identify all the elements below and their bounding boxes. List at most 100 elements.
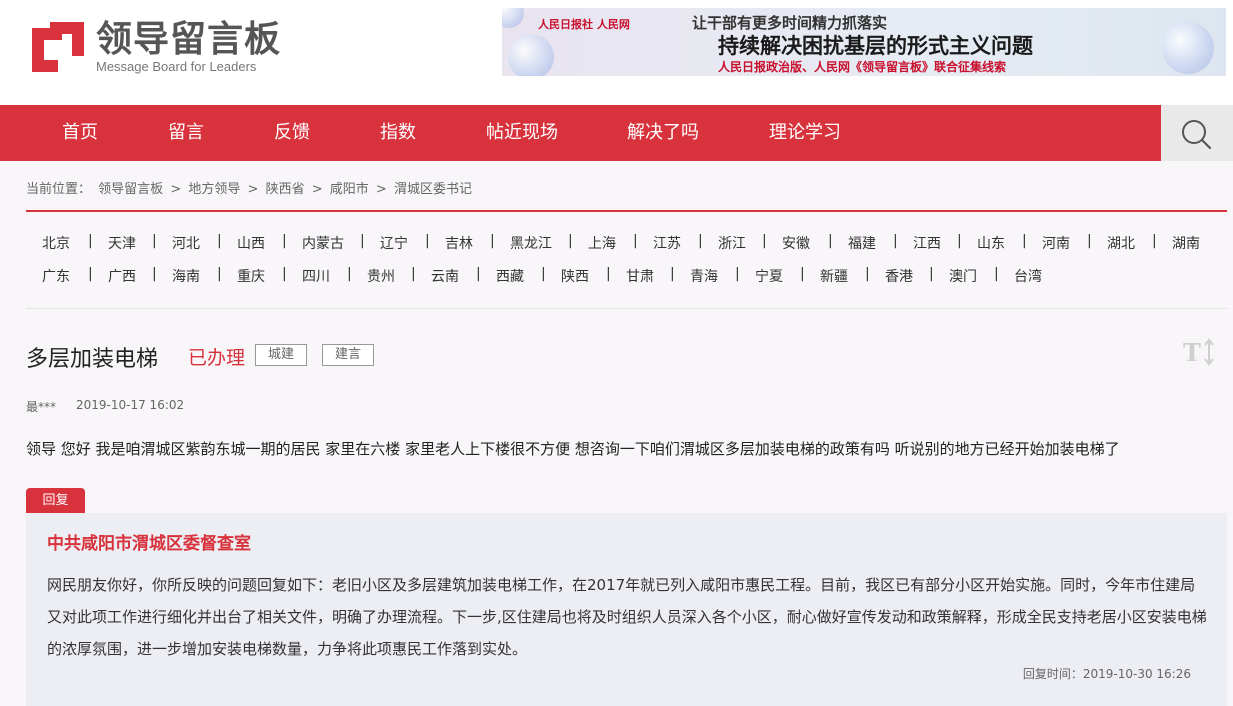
breadcrumb-separator: > xyxy=(311,182,323,197)
province-link[interactable]: 陕西 xyxy=(561,266,589,286)
bubble-decoration xyxy=(1162,22,1214,74)
province-link[interactable]: 浙江 xyxy=(718,233,746,253)
province-link[interactable]: 广西 xyxy=(108,266,136,286)
province-separator: | xyxy=(476,266,481,282)
province-link[interactable]: 四川 xyxy=(302,266,330,286)
province-link[interactable]: 江西 xyxy=(913,233,941,253)
province-link[interactable]: 西藏 xyxy=(496,266,524,286)
breadcrumb-item[interactable]: 领导留言板 xyxy=(98,182,163,197)
province-separator: | xyxy=(282,233,287,249)
message-author: 最*** xyxy=(26,400,57,414)
province-link[interactable]: 新疆 xyxy=(820,266,848,286)
text-size-icon[interactable]: T xyxy=(1183,337,1217,367)
province-link[interactable]: 上海 xyxy=(588,233,616,253)
province-separator: | xyxy=(347,266,352,282)
province-separator: | xyxy=(670,266,675,282)
bubble-decoration xyxy=(508,34,554,76)
message-title: 多层加装电梯 xyxy=(26,347,159,372)
breadcrumb-item[interactable]: 陕西省 xyxy=(266,182,305,197)
promo-banner[interactable]: 人民日报社 人民网 让干部有更多时间精力抓落实 持续解决困扰基层的形式主义问题 … xyxy=(502,8,1226,76)
breadcrumb-item[interactable]: 渭城区委书记 xyxy=(394,182,472,197)
province-separator: | xyxy=(606,266,611,282)
province-separator: | xyxy=(633,233,638,249)
province-link[interactable]: 贵州 xyxy=(367,266,395,286)
province-separator: | xyxy=(152,266,157,282)
message-body: 领导 您好 我是咱渭城区紫韵东城一期的居民 家里在六楼 家里老人上下楼很不方便 … xyxy=(26,440,1120,458)
province-link[interactable]: 内蒙古 xyxy=(302,233,344,253)
province-link[interactable]: 海南 xyxy=(172,266,200,286)
province-separator: | xyxy=(217,266,222,282)
province-link[interactable]: 宁夏 xyxy=(755,266,783,286)
province-link[interactable]: 澳门 xyxy=(949,266,977,286)
status-badge: 已办理 xyxy=(188,347,246,369)
site-header: 领导留言板 Message Board for Leaders 人民日报社 人民… xyxy=(0,0,1233,105)
search-button[interactable] xyxy=(1161,105,1233,161)
province-link[interactable]: 湖北 xyxy=(1107,233,1135,253)
province-separator: | xyxy=(698,233,703,249)
province-separator: | xyxy=(800,266,805,282)
province-row: 北京 | 天津 | 河北 | 山西 | 内蒙古 | 辽宁 | 吉林 | 黑龙江 | 上海 | 江苏 | 浙江 | 安徽 | 福建… xyxy=(26,225,1227,258)
province-separator: | xyxy=(425,233,430,249)
breadcrumb-separator: > xyxy=(375,182,387,197)
province-separator: | xyxy=(360,233,365,249)
province-separator: | xyxy=(541,266,546,282)
province-separator: | xyxy=(893,233,898,249)
province-separator: | xyxy=(152,233,157,249)
province-link[interactable]: 湖南 xyxy=(1172,233,1200,253)
province-separator: | xyxy=(828,233,833,249)
reply-organization[interactable]: 中共咸阳市渭城区委督查室 xyxy=(47,529,251,554)
province-link[interactable]: 福建 xyxy=(848,233,876,253)
province-row: 广东 | 广西 | 海南 | 重庆 | 四川 | 贵州 | 云南 | 西藏 | 陕西 | 甘肃 | 青海 | 宁夏 | 新疆 | 香… xyxy=(26,258,1227,291)
province-link[interactable]: 山西 xyxy=(237,233,265,253)
province-link[interactable]: 甘肃 xyxy=(626,266,654,286)
logo-name-cn: 领导留言板 xyxy=(96,19,282,60)
province-link[interactable]: 辽宁 xyxy=(380,233,408,253)
nav-item-onsite[interactable]: 帖近现场 xyxy=(486,105,558,161)
province-link[interactable]: 黑龙江 xyxy=(510,233,552,253)
nav-item-feedback[interactable]: 反馈 xyxy=(274,105,310,161)
nav-item-index[interactable]: 指数 xyxy=(380,105,416,161)
nav-item-home[interactable]: 首页 xyxy=(62,105,98,161)
province-link[interactable]: 河北 xyxy=(172,233,200,253)
nav-item-solved[interactable]: 解决了吗 xyxy=(627,105,699,161)
breadcrumb-prefix: 当前位置： xyxy=(26,182,92,197)
site-logo[interactable]: 领导留言板 Message Board for Leaders xyxy=(28,20,288,76)
province-link[interactable]: 台湾 xyxy=(1014,266,1042,286)
tag-suggestion[interactable]: 建言 xyxy=(322,344,375,366)
tag-urban-construction[interactable]: 城建 xyxy=(255,344,308,366)
province-link[interactable]: 广东 xyxy=(42,266,70,286)
nav-item-message[interactable]: 留言 xyxy=(168,105,204,161)
province-separator: | xyxy=(994,266,999,282)
breadcrumb-separator: > xyxy=(170,182,182,197)
province-link[interactable]: 河南 xyxy=(1042,233,1070,253)
svg-text:T: T xyxy=(1183,338,1201,367)
province-link[interactable]: 江苏 xyxy=(653,233,681,253)
province-link[interactable]: 山东 xyxy=(977,233,1005,253)
nav-item-theory[interactable]: 理论学习 xyxy=(769,105,841,161)
breadcrumb-item[interactable]: 地方领导 xyxy=(188,182,240,197)
province-separator: | xyxy=(1087,233,1092,249)
province-link[interactable]: 天津 xyxy=(108,233,136,253)
province-separator: | xyxy=(929,266,934,282)
province-link[interactable]: 香港 xyxy=(885,266,913,286)
reply-label: 回复 xyxy=(26,488,85,513)
banner-line-2: 持续解决困扰基层的形式主义问题 xyxy=(718,33,1033,58)
breadcrumb-item[interactable]: 咸阳市 xyxy=(330,182,369,197)
province-separator: | xyxy=(568,233,573,249)
province-separator: | xyxy=(1152,233,1157,249)
breadcrumb-separator: > xyxy=(247,182,259,197)
province-separator: | xyxy=(1022,233,1027,249)
section-divider xyxy=(26,210,1227,212)
reply-text: 网民朋友你好，你所反映的问题回复如下：老旧小区及多层建筑加装电梯工作，在2017… xyxy=(47,576,1207,658)
province-separator: | xyxy=(88,233,93,249)
province-link[interactable]: 重庆 xyxy=(237,266,265,286)
province-link[interactable]: 吉林 xyxy=(445,233,473,253)
province-link[interactable]: 云南 xyxy=(431,266,459,286)
province-link[interactable]: 安徽 xyxy=(782,233,810,253)
province-list: 北京 | 天津 | 河北 | 山西 | 内蒙古 | 辽宁 | 吉林 | 黑龙江 | 上海 | 江苏 | 浙江 | 安徽 | 福建… xyxy=(26,225,1227,291)
bubble-decoration xyxy=(502,8,524,28)
province-link[interactable]: 北京 xyxy=(42,233,70,253)
province-link[interactable]: 青海 xyxy=(690,266,718,286)
main-nav: 首页 留言 反馈 指数 帖近现场 解决了吗 理论学习 xyxy=(0,105,1233,161)
province-separator: | xyxy=(88,266,93,282)
